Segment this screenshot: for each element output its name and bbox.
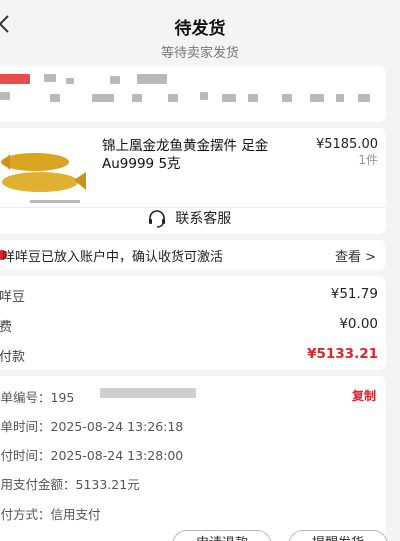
redacted-block: [168, 94, 178, 102]
notice-card[interactable]: 咩咩豆已放入账户中，确认收货可激活 查看 >: [0, 240, 386, 270]
page-title: 待发货: [174, 19, 226, 39]
redacted-block: [336, 94, 344, 102]
redacted-block: [132, 94, 142, 102]
price-row-paid: 实付款 ¥5133.21: [0, 346, 386, 370]
redacted-block: [282, 94, 292, 102]
headset-icon: [148, 210, 165, 228]
redacted-block: [66, 78, 74, 84]
redacted-block: [310, 94, 324, 102]
price-row-value: ¥51.79: [330, 286, 378, 302]
redacted-order-number: [100, 388, 196, 398]
credit-pay-amount: 信用支付金额：5133.21元: [0, 477, 140, 492]
contact-service-label: 联系客服: [175, 211, 232, 227]
request-refund-button[interactable]: 申请退款: [172, 530, 272, 541]
price-row-label: 实付款: [0, 350, 26, 365]
remind-shipping-button[interactable]: 提醒发货: [288, 530, 388, 541]
redacted-block: [0, 92, 10, 100]
pay-method: 支付方式：信用支付: [0, 507, 101, 522]
address-card[interactable]: [0, 66, 386, 122]
price-summary-card: 咩咩豆 ¥51.79 运费 ¥0.00 实付款 ¥5133.21: [0, 276, 386, 370]
redacted-name-block: [0, 74, 30, 84]
redacted-block: [200, 92, 208, 100]
product-price: ¥5185.00: [315, 137, 378, 152]
order-number: 订单编号：195: [0, 390, 75, 405]
redacted-block: [92, 94, 114, 102]
price-row-shipping: 运费 ¥0.00: [0, 316, 386, 340]
order-time: 下单时间：2025-08-24 13:26:18: [0, 419, 184, 434]
product-name[interactable]: 锦上凰金龙鱼黄金摆件 足金Au9999 5克: [102, 137, 292, 173]
copy-order-number-button[interactable]: 复制: [352, 387, 376, 404]
notice-text: 咩咩豆已放入账户中，确认收货可激活: [2, 250, 224, 265]
price-row-value: ¥0.00: [339, 316, 378, 332]
notice-view-link[interactable]: 查看 >: [335, 246, 376, 265]
redacted-block: [50, 94, 60, 102]
redacted-block: [248, 94, 258, 102]
product-image[interactable]: [0, 140, 90, 210]
page-header: 待发货 等待卖家发货: [0, 0, 400, 62]
price-row-label: 咩咩豆: [0, 290, 26, 305]
redacted-block: [358, 94, 370, 102]
contact-service-button[interactable]: 联系客服: [0, 208, 386, 234]
redacted-block: [44, 74, 56, 82]
paid-amount-value: ¥5133.21: [307, 346, 378, 362]
redacted-block: [137, 74, 167, 84]
product-quantity: 1件: [358, 153, 378, 167]
price-row-beans: 咩咩豆 ¥51.79: [0, 286, 386, 310]
order-info-card: 订单编号：195 复制 下单时间：2025-08-24 13:26:18 支付时…: [0, 376, 386, 541]
product-card[interactable]: 锦上凰金龙鱼黄金摆件 足金Au9999 5克 ¥5185.00 1件 联系客服: [0, 128, 386, 234]
pay-time: 支付时间：2025-08-24 13:28:00: [0, 448, 184, 463]
page-subtitle: 等待卖家发货: [160, 46, 239, 61]
price-row-label: 运费: [0, 320, 13, 335]
redacted-block: [222, 94, 236, 102]
redacted-block: [110, 76, 120, 84]
